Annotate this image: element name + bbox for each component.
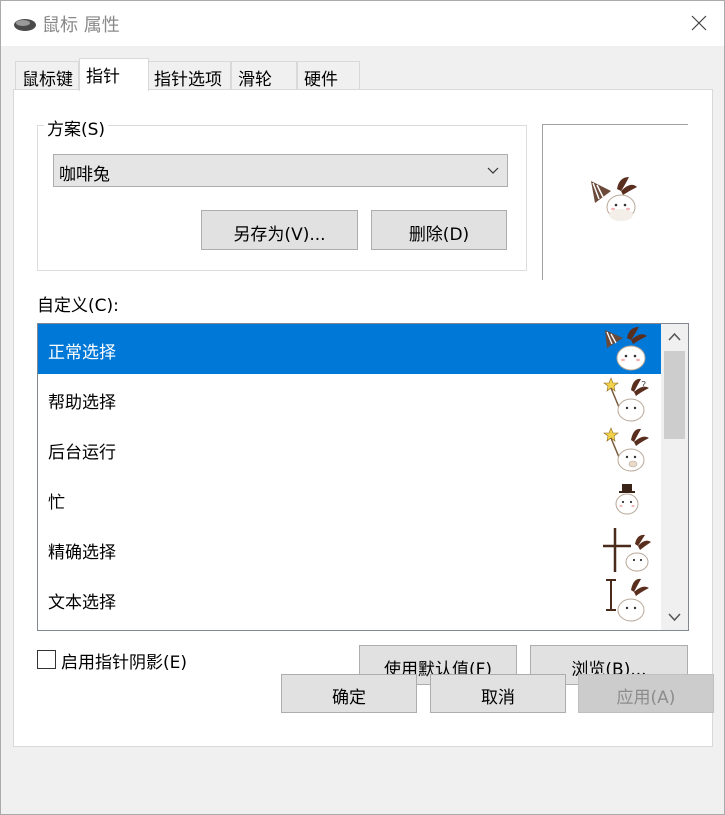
list-item[interactable]: 帮助选择 ? [38,374,661,424]
list-item[interactable]: 文本选择 [38,574,661,624]
scheme-select-value: 咖啡兔 [59,165,110,185]
list-item[interactable]: 正常选择 [38,324,661,374]
scrollbar-thumb[interactable] [664,351,685,439]
tab-pointers[interactable]: 指针 [79,58,149,91]
cancel-button[interactable]: 取消 [430,674,566,713]
tab-pointer-options[interactable]: 指针选项 [147,61,231,90]
list-item[interactable]: 精确选择 [38,524,661,574]
scroll-down-icon[interactable] [661,603,688,630]
chevron-down-icon [487,167,499,174]
svg-text:?: ? [641,380,646,391]
customize-label: 自定义(C): [37,296,119,316]
bunny-flag-cursor-icon [605,327,647,371]
mouse-icon [14,19,36,31]
tab-hardware[interactable]: 硬件 [297,61,360,90]
list-item[interactable]: 忙 [38,474,661,524]
list-item[interactable]: 后台运行 [38,424,661,474]
delete-button[interactable]: 删除(D) [371,210,507,250]
tab-buttons[interactable]: 鼠标键 [15,61,79,90]
pointer-shadow-label[interactable]: 启用指针阴影(E) [61,648,187,673]
scroll-up-icon[interactable] [661,324,688,351]
ok-button[interactable]: 确定 [281,674,417,713]
mouse-properties-dialog: 鼠标 属性 鼠标键 指针 指针选项 滑轮 硬件 方案(S) 咖啡兔 另存为(V)… [0,0,725,815]
tab-wheel[interactable]: 滑轮 [231,61,297,90]
apply-button[interactable]: 应用(A) [578,674,714,713]
scheme-group-label: 方案(S) [44,115,109,140]
cursor-list[interactable]: 正常选择 帮助选择 ? 后台运行 忙 精确选择 文本选择 [37,323,689,631]
bunny-flag-cursor-icon [591,177,637,221]
bunny-ibeam-cursor-icon [606,578,649,622]
window-title: 鼠标 属性 [42,15,120,36]
save-as-button[interactable]: 另存为(V)... [201,210,358,250]
bunny-star-busy-cursor-icon [603,427,649,472]
pointer-shadow-checkbox[interactable] [37,650,56,669]
bunny-crosshair-cursor-icon [603,528,651,572]
bunny-hat-busy-cursor-icon [615,484,639,515]
list-scrollbar[interactable] [661,324,688,630]
bunny-star-help-cursor-icon: ? [603,377,649,422]
title-bar: 鼠标 属性 [1,1,724,46]
pointers-panel: 方案(S) 咖啡兔 另存为(V)... 删除(D) 自定义(C): 正常选择 帮… [13,89,713,747]
cursor-preview [542,124,688,280]
scheme-select[interactable]: 咖啡兔 [53,154,508,187]
close-icon[interactable] [684,8,714,38]
